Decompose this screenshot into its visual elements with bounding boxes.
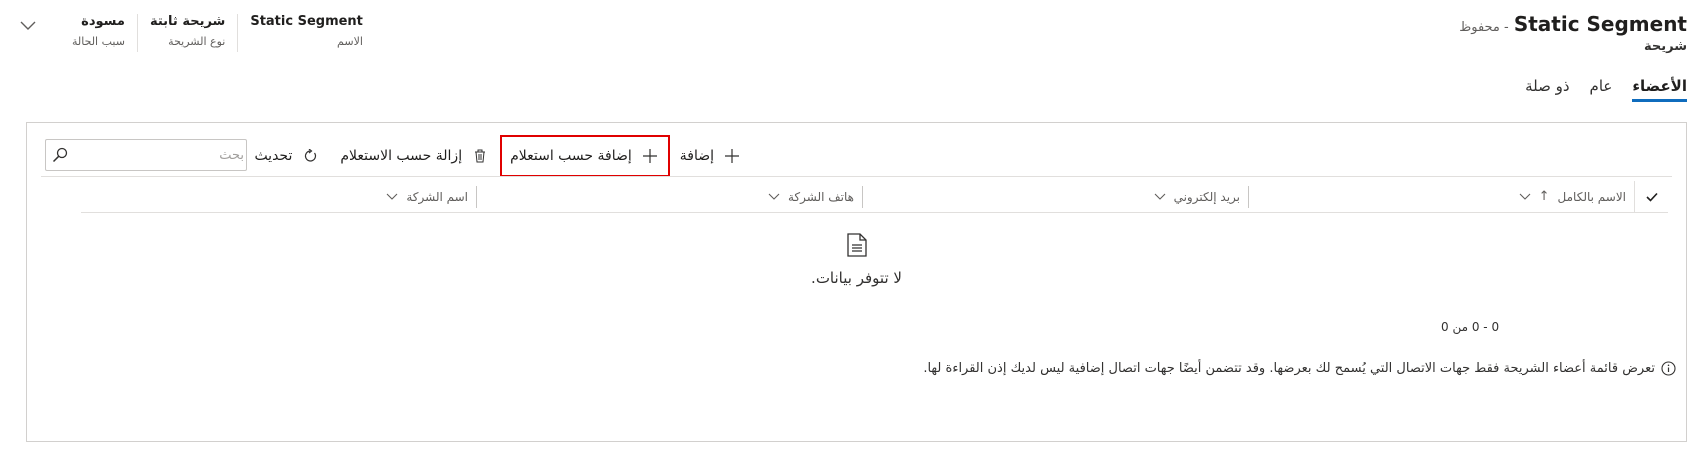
tab-related[interactable]: ذو صلة — [1525, 77, 1569, 102]
header-field-name: Static Segment الاسم — [238, 14, 375, 52]
add-button[interactable]: إضافة — [670, 136, 752, 176]
search-button[interactable] — [46, 140, 74, 170]
refresh-button[interactable]: تحديث — [244, 136, 330, 176]
chevron-down-icon — [1519, 193, 1531, 200]
name-label: الاسم — [337, 35, 363, 48]
header-fields: مسودة سبب الحالة شريحة ثابتة نوع الشريحة… — [14, 14, 375, 52]
tab-general[interactable]: عام — [1590, 77, 1613, 102]
trash-icon — [470, 146, 490, 166]
remove-by-query-label: إزالة حسب الاستعلام — [340, 148, 463, 164]
checkmark-icon — [1645, 192, 1658, 202]
document-icon — [846, 233, 867, 261]
column-label: هاتف الشركة — [787, 189, 854, 204]
plus-icon — [722, 146, 742, 166]
empty-state: لا تتوفر بيانات. — [27, 233, 1686, 287]
command-bar-divider — [41, 176, 1672, 177]
sort-ascending-icon: ↑ — [1538, 189, 1550, 204]
column-header-company-name[interactable]: اسم الشركة — [386, 186, 476, 208]
tab-members[interactable]: الأعضاء — [1632, 77, 1687, 102]
name-value: Static Segment — [250, 14, 363, 29]
header-field-segment-type: شريحة ثابتة نوع الشريحة — [138, 14, 239, 52]
search-input[interactable] — [74, 140, 246, 170]
plus-icon — [640, 146, 660, 166]
column-label: الاسم بالكامل — [1557, 189, 1626, 204]
header-field-status-reason: مسودة سبب الحالة — [60, 14, 138, 52]
entity-name: شريحة — [1643, 39, 1687, 54]
members-section: إضافة إضافة حسب استعلام إزالة حسب الاستع… — [26, 122, 1687, 442]
chevron-down-icon — [386, 193, 398, 200]
search-icon — [52, 147, 68, 163]
column-label: اسم الشركة — [406, 189, 468, 204]
info-message-text: تعرض قائمة أعضاء الشريحة فقط جهات الاتصا… — [923, 361, 1655, 376]
record-title: Static Segment — [1513, 12, 1687, 36]
column-header-full-name[interactable]: الاسم بالكامل ↑ — [1248, 185, 1634, 208]
header-expand-button[interactable] — [14, 12, 42, 40]
empty-state-text: لا تتوفر بيانات. — [811, 269, 902, 287]
record-title-block: Static Segment - محفوظ شريحة — [1459, 12, 1687, 54]
grid-header: الاسم بالكامل ↑ بريد إلكتروني هاتف الشرك… — [81, 180, 1668, 213]
select-all-checkbox[interactable] — [1634, 180, 1668, 213]
info-icon — [1661, 361, 1676, 376]
status-reason-label: سبب الحالة — [72, 35, 125, 48]
segment-type-value: شريحة ثابتة — [149, 14, 226, 29]
remove-by-query-button[interactable]: إزالة حسب الاستعلام — [330, 136, 500, 176]
add-by-query-button[interactable]: إضافة حسب استعلام — [500, 135, 670, 177]
add-button-label: إضافة — [679, 148, 714, 164]
search-box — [45, 139, 247, 171]
add-by-query-label: إضافة حسب استعلام — [510, 148, 632, 164]
chevron-down-icon — [768, 193, 780, 200]
tab-list: الأعضاء عام ذو صلة — [1525, 77, 1687, 102]
command-bar: إضافة إضافة حسب استعلام إزالة حسب الاستع… — [27, 135, 1686, 177]
column-label: بريد إلكتروني — [1173, 189, 1240, 204]
chevron-down-icon — [1154, 193, 1166, 200]
refresh-label: تحديث — [254, 148, 293, 164]
status-reason-value: مسودة — [81, 14, 125, 29]
save-status: - محفوظ — [1459, 20, 1509, 35]
info-message: تعرض قائمة أعضاء الشريحة فقط جهات الاتصا… — [923, 361, 1676, 376]
column-header-email[interactable]: بريد إلكتروني — [862, 185, 1248, 208]
refresh-icon — [300, 146, 320, 166]
paging-status: 0 - 0 من 0 — [1441, 320, 1500, 334]
chevron-down-icon — [20, 21, 36, 30]
column-header-business-phone[interactable]: هاتف الشركة — [476, 185, 862, 208]
segment-type-label: نوع الشريحة — [168, 35, 226, 48]
